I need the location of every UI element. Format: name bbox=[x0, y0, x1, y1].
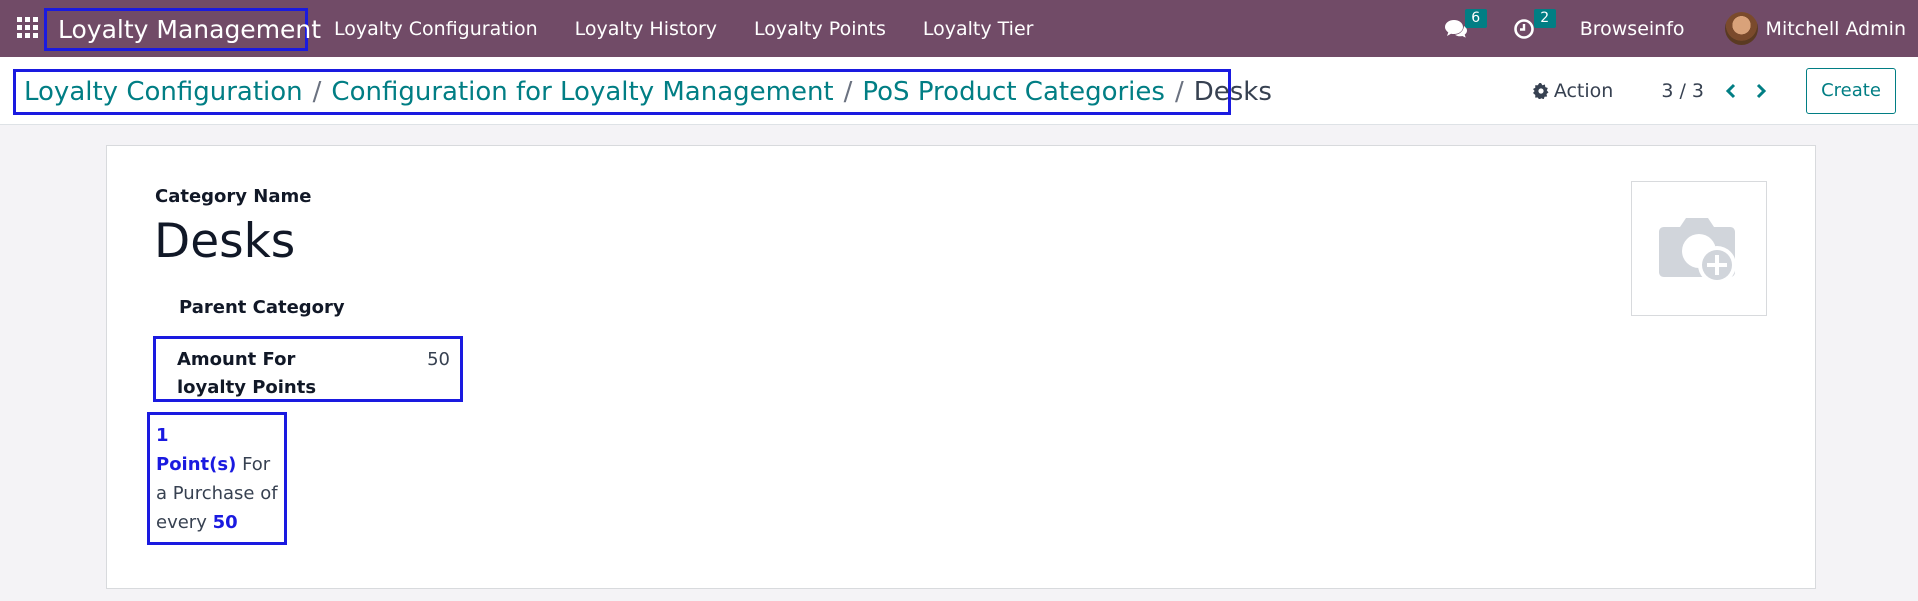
company-switcher[interactable]: Browseinfo bbox=[1580, 18, 1685, 40]
breadcrumb-separator: / bbox=[312, 77, 322, 107]
menu-item-loyalty-tier[interactable]: Loyalty Tier bbox=[923, 18, 1034, 40]
points-unit: Point(s) bbox=[156, 454, 237, 475]
action-label: Action bbox=[1553, 80, 1614, 102]
parent-category-label: Parent Category bbox=[179, 297, 345, 318]
messages-button[interactable]: 6 bbox=[1444, 8, 1487, 40]
control-panel: Loyalty Configuration / Configuration fo… bbox=[0, 57, 1918, 125]
menu-item-loyalty-points[interactable]: Loyalty Points bbox=[754, 18, 886, 40]
top-navbar: Loyalty Management Loyalty Configuration… bbox=[0, 0, 1918, 57]
messages-count-badge: 6 bbox=[1464, 8, 1487, 28]
points-rule-text: 1 Point(s) For a Purchase of every 50 bbox=[147, 412, 287, 545]
form-sheet: Category Name Desks Parent Category Amou… bbox=[106, 145, 1816, 589]
category-name-field[interactable]: Desks bbox=[154, 214, 295, 269]
action-button[interactable]: Action bbox=[1532, 80, 1614, 102]
clock-icon bbox=[1513, 18, 1534, 39]
gear-icon bbox=[1532, 83, 1549, 99]
pager-previous-button[interactable] bbox=[1724, 83, 1738, 99]
breadcrumb-separator: / bbox=[843, 77, 853, 107]
control-panel-right: Action 3 / 3 Create bbox=[1532, 57, 1918, 125]
activities-count-badge: 2 bbox=[1533, 8, 1556, 28]
breadcrumb: Loyalty Configuration / Configuration fo… bbox=[13, 69, 1272, 115]
avatar bbox=[1724, 12, 1758, 45]
activities-button[interactable]: 2 bbox=[1513, 8, 1556, 40]
chevron-right-icon bbox=[1756, 83, 1767, 99]
category-name-label: Category Name bbox=[155, 186, 312, 207]
create-button[interactable]: Create bbox=[1806, 68, 1896, 114]
breadcrumb-current: Desks bbox=[1193, 77, 1272, 107]
category-image-upload[interactable] bbox=[1631, 181, 1767, 316]
points-value: 1 bbox=[156, 425, 169, 446]
breadcrumb-loyalty-configuration[interactable]: Loyalty Configuration bbox=[24, 77, 303, 107]
breadcrumb-separator: / bbox=[1174, 77, 1184, 107]
amount-for-loyalty-points-label: Amount For loyalty Points bbox=[177, 349, 317, 398]
points-purchase-amount: 50 bbox=[212, 512, 238, 533]
user-name: Mitchell Admin bbox=[1765, 17, 1906, 40]
systray: 6 2 Browseinfo Mitchell Admin bbox=[1444, 0, 1918, 57]
camera-add-icon bbox=[1659, 217, 1736, 284]
menu-item-loyalty-configuration[interactable]: Loyalty Configuration bbox=[334, 18, 538, 40]
amount-for-loyalty-points-field[interactable]: 50 bbox=[427, 349, 450, 370]
app-name[interactable]: Loyalty Management bbox=[44, 8, 321, 51]
main-menu: Loyalty Configuration Loyalty History Lo… bbox=[334, 0, 1070, 57]
pager-next-button[interactable] bbox=[1754, 83, 1768, 99]
apps-grid-icon[interactable] bbox=[17, 17, 38, 38]
chevron-left-icon bbox=[1725, 83, 1736, 99]
breadcrumb-pos-product-categories[interactable]: PoS Product Categories bbox=[862, 77, 1165, 107]
user-menu[interactable]: Mitchell Admin bbox=[1724, 12, 1906, 45]
pager-value[interactable]: 3 / 3 bbox=[1661, 80, 1704, 102]
amount-for-loyalty-points-group: Amount For loyalty Points 50 bbox=[153, 336, 463, 402]
breadcrumb-configuration-loyalty-management[interactable]: Configuration for Loyalty Management bbox=[331, 77, 833, 107]
menu-item-loyalty-history[interactable]: Loyalty History bbox=[575, 18, 717, 40]
